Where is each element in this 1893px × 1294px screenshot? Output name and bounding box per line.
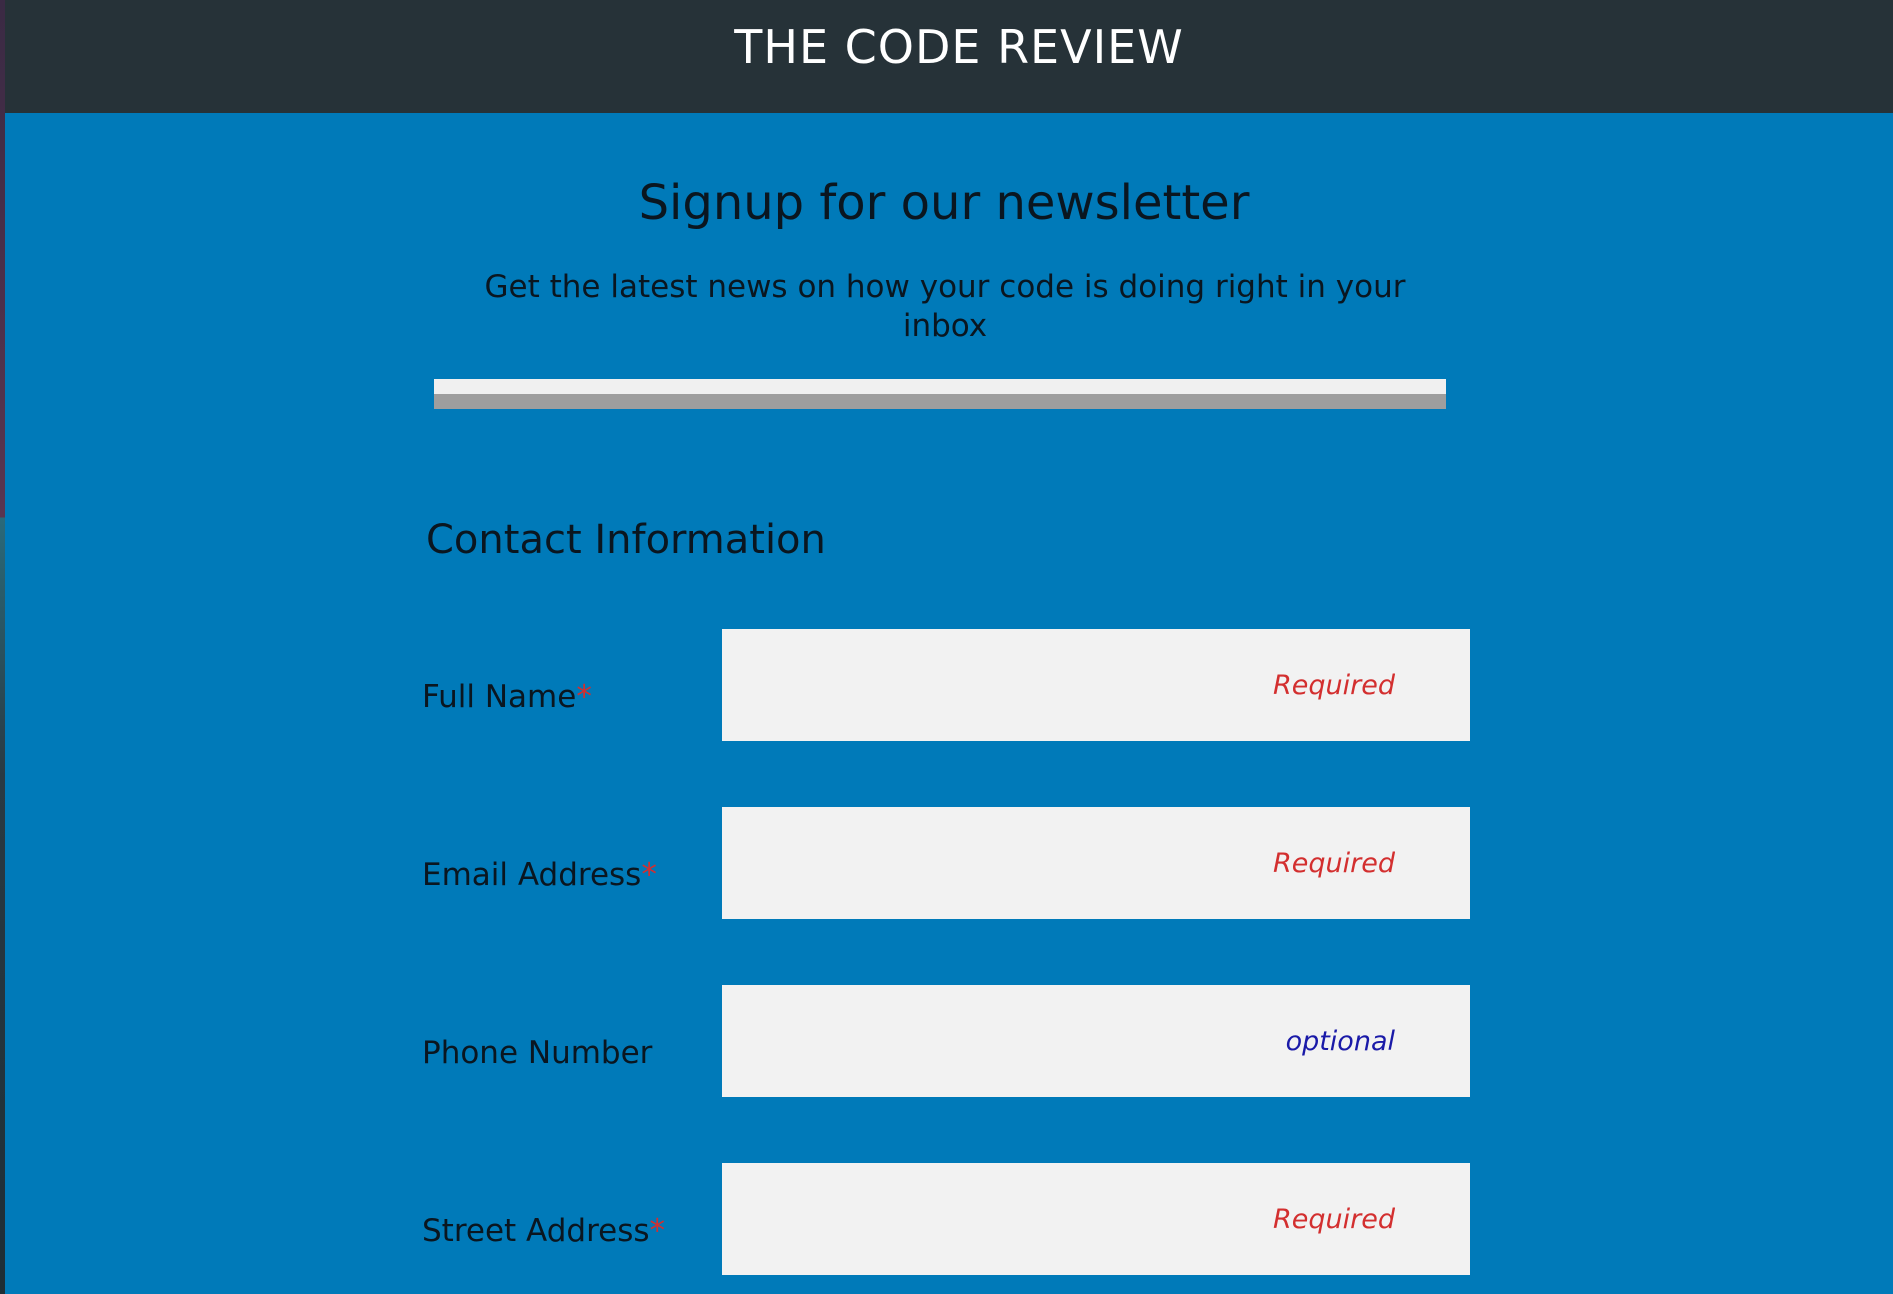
email-label-text: Email Address — [422, 857, 642, 893]
form-progress-fill — [434, 379, 1446, 394]
site-title: THE CODE REVIEW — [734, 19, 1184, 74]
email-input[interactable] — [722, 807, 1470, 919]
full-name-label: Full Name* — [422, 679, 592, 715]
newsletter-title: Signup for our newsletter — [638, 175, 1250, 231]
newsletter-form-area: Signup for our newsletter Get the latest… — [5, 113, 1893, 1294]
street-address-input[interactable] — [722, 1163, 1470, 1275]
site-header: THE CODE REVIEW — [5, 0, 1893, 113]
full-name-row: Full Name* — [5, 629, 1893, 741]
street-address-label-text: Street Address — [422, 1213, 650, 1249]
contact-section-heading: Contact Information — [426, 517, 826, 563]
phone-input[interactable] — [722, 985, 1470, 1097]
required-asterisk: * — [576, 679, 592, 715]
newsletter-subtitle: Get the latest news on how your code is … — [484, 269, 1406, 344]
full-name-input[interactable] — [722, 629, 1470, 741]
phone-row: Phone Number — [5, 985, 1893, 1097]
email-row: Email Address* — [5, 807, 1893, 919]
phone-label-text: Phone Number — [422, 1035, 653, 1071]
full-name-label-text: Full Name — [422, 679, 577, 715]
street-address-label: Street Address* — [422, 1213, 665, 1249]
required-asterisk: * — [649, 1213, 666, 1249]
phone-label: Phone Number — [422, 1035, 652, 1071]
form-progress-bar — [434, 379, 1446, 409]
street-address-row: Street Address* — [5, 1163, 1893, 1275]
email-label: Email Address* — [422, 857, 657, 893]
required-asterisk: * — [641, 857, 657, 893]
